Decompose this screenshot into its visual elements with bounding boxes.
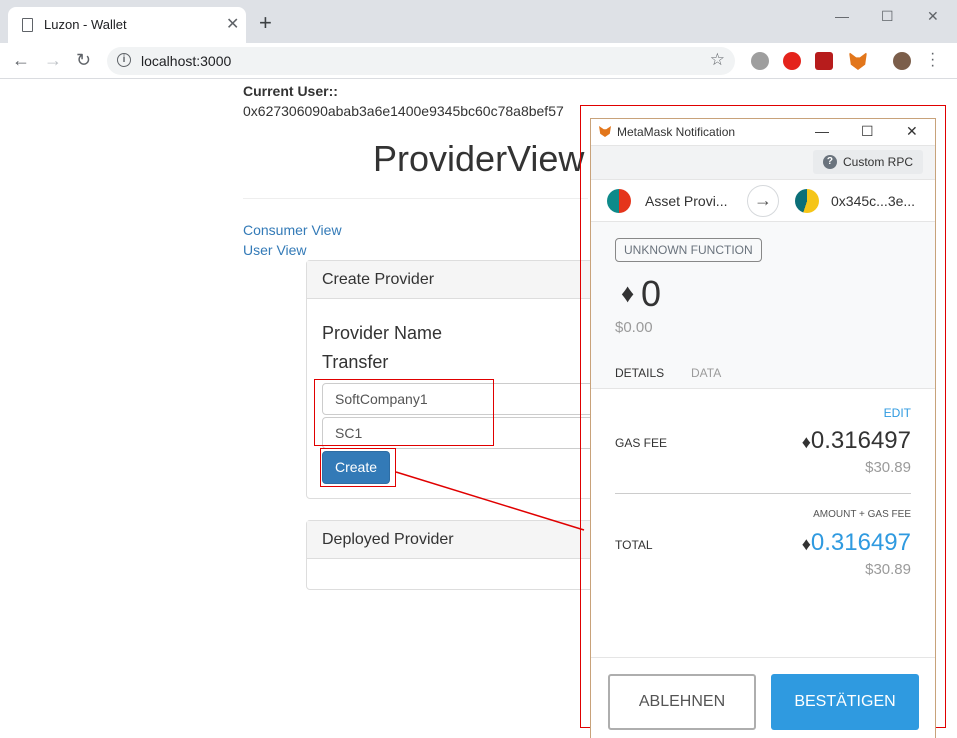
transaction-summary: UNKNOWN FUNCTION ♦ 0 $0.00 DETAILS DATA: [591, 222, 935, 391]
browser-tab[interactable]: Luzon - Wallet ✕: [8, 7, 246, 43]
from-identicon: [607, 189, 631, 213]
back-arrow-icon[interactable]: ←: [12, 50, 30, 71]
reject-button[interactable]: ABLEHNEN: [608, 674, 756, 730]
eth-icon: ♦: [621, 278, 635, 308]
edit-link[interactable]: EDIT: [884, 406, 911, 420]
to-account-address: 0x345c...3e...: [831, 193, 916, 209]
gas-fee-eth: ♦0.316497: [801, 427, 911, 454]
total-caption: AMOUNT + GAS FEE: [813, 509, 911, 520]
minimize-button[interactable]: —: [815, 123, 829, 139]
current-user-address: 0x627306090abab3a6e1400e9345bc60c78a8bef…: [243, 103, 564, 119]
close-window-button[interactable]: ✕: [906, 123, 918, 140]
tab-details[interactable]: DETAILS: [615, 366, 665, 391]
to-identicon: [795, 189, 819, 213]
user-view-link[interactable]: User View: [243, 242, 307, 258]
metamask-titlebar: MetaMask Notification — ☐ ✕: [591, 119, 935, 146]
address-bar[interactable]: i localhost:3000 ☆: [107, 47, 735, 75]
browser-tabstrip: Luzon - Wallet ✕ + — ☐ ✕: [0, 0, 957, 43]
panel-heading: Create Provider: [307, 261, 595, 299]
maximize-button[interactable]: ☐: [881, 8, 894, 25]
forward-arrow-icon[interactable]: →: [44, 50, 62, 71]
metamask-window-title: MetaMask Notification: [617, 125, 736, 139]
arrow-right-icon: →: [747, 185, 779, 217]
total-eth: ♦0.316497: [801, 529, 911, 556]
info-icon[interactable]: i: [117, 53, 131, 67]
panel-heading: Deployed Provider: [307, 521, 595, 559]
reload-icon[interactable]: ↻: [76, 50, 91, 71]
details-content: EDIT GAS FEE ♦0.316497 $30.89 AMOUNT + G…: [591, 389, 935, 657]
metamask-fox-icon: [599, 126, 611, 137]
current-user-label: Current User::: [243, 83, 338, 99]
bookmark-star-icon[interactable]: ☆: [710, 50, 725, 70]
divider: [615, 493, 911, 494]
highlight-create-box: [320, 448, 396, 487]
network-bar: ? Custom RPC: [591, 146, 935, 180]
metamask-notification-window: MetaMask Notification — ☐ ✕ ? Custom RPC…: [590, 118, 936, 738]
highlight-inputs-box: [314, 379, 494, 446]
total-label: TOTAL: [615, 538, 653, 552]
total-usd: $30.89: [865, 561, 911, 578]
profile-avatar[interactable]: [893, 52, 911, 70]
transfer-label: Transfer: [322, 352, 389, 372]
tab-title: Luzon - Wallet: [44, 17, 127, 32]
action-footer: ABLEHNEN BESTÄTIGEN: [591, 657, 935, 738]
close-window-button[interactable]: ✕: [927, 8, 939, 25]
deployed-provider-panel: Deployed Provider: [306, 520, 596, 590]
from-account-name: Asset Provi...: [645, 193, 728, 209]
page-title: ProviderView: [373, 138, 585, 179]
extension-mcafee-icon[interactable]: [815, 52, 833, 70]
eth-icon: ♦: [801, 534, 811, 554]
extension-opera-icon[interactable]: [783, 52, 801, 70]
menu-kebab-icon[interactable]: · · ·: [930, 46, 935, 74]
url-text: localhost:3000: [141, 53, 232, 69]
eth-icon: ♦: [801, 432, 811, 452]
network-name: Custom RPC: [842, 155, 913, 169]
consumer-view-link[interactable]: Consumer View: [243, 222, 342, 238]
minimize-button[interactable]: —: [835, 8, 849, 24]
browser-toolbar: ← → ↻ i localhost:3000 ☆ · · ·: [0, 43, 957, 79]
extension-metamask-icon[interactable]: [849, 52, 867, 70]
tab-data[interactable]: DATA: [691, 366, 721, 380]
new-tab-button[interactable]: +: [259, 12, 272, 34]
account-header: Asset Provi... → 0x345c...3e...: [591, 180, 935, 222]
gas-fee-label: GAS FEE: [615, 436, 668, 450]
function-badge: UNKNOWN FUNCTION: [615, 238, 762, 262]
maximize-button[interactable]: ☐: [861, 123, 874, 140]
network-selector[interactable]: ? Custom RPC: [812, 150, 923, 174]
close-tab-icon[interactable]: ✕: [226, 14, 239, 34]
provider-name-label: Provider Name: [322, 323, 443, 343]
amount-usd: $0.00: [615, 319, 653, 336]
divider: [243, 198, 588, 199]
page-icon: [22, 18, 33, 32]
amount-eth: 0: [641, 273, 662, 314]
gas-fee-usd: $30.89: [865, 459, 911, 476]
question-icon: ?: [822, 155, 837, 169]
confirm-button[interactable]: BESTÄTIGEN: [771, 674, 919, 730]
extension-gear-icon[interactable]: [751, 52, 769, 70]
